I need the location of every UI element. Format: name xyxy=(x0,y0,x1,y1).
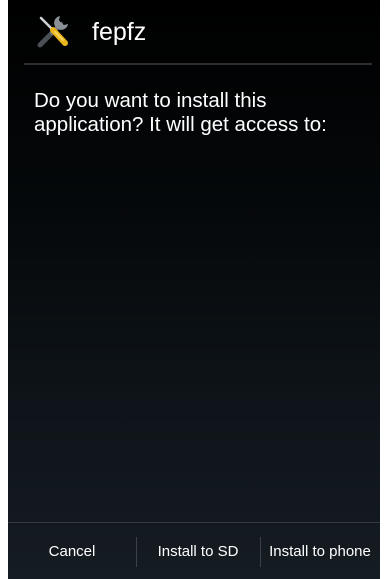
app-name: fepfz xyxy=(92,18,147,46)
install-dialog: fepfz Do you want to install this applic… xyxy=(8,0,380,579)
permission-message: Do you want to install this application?… xyxy=(34,89,327,136)
install-to-sd-button[interactable]: Install to SD xyxy=(136,523,260,579)
screwdriver-wrench-icon xyxy=(34,12,72,50)
install-to-phone-button[interactable]: Install to phone xyxy=(260,523,380,579)
header-divider xyxy=(24,63,372,65)
button-bar: Cancel Install to SD Install to phone xyxy=(8,523,380,579)
cancel-button[interactable]: Cancel xyxy=(8,523,136,579)
dialog-header: fepfz xyxy=(8,0,380,62)
